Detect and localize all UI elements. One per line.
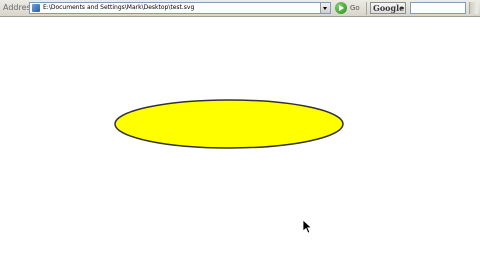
- address-bar[interactable]: E:\Documents and Settings\Mark\Desktop\t…: [29, 2, 331, 14]
- browser-toolbar: Address E:\Documents and Settings\Mark\D…: [0, 0, 480, 17]
- toolbar-separator: [366, 2, 367, 15]
- search-engine-selector[interactable]: Google: [370, 2, 406, 14]
- yellow-ellipse: [114, 99, 344, 149]
- svg-canvas: [114, 99, 344, 149]
- go-button[interactable]: Go: [335, 2, 363, 15]
- go-label: Go: [350, 4, 360, 12]
- search-input[interactable]: [410, 2, 466, 14]
- address-url[interactable]: E:\Documents and Settings\Mark\Desktop\t…: [43, 3, 194, 13]
- document-icon: [32, 4, 40, 12]
- go-arrow-icon: [335, 2, 347, 14]
- chevron-down-icon: [400, 7, 404, 10]
- address-dropdown-button[interactable]: [320, 3, 330, 13]
- mouse-pointer-icon: [303, 220, 313, 234]
- page-viewport: [0, 17, 480, 270]
- toolbar-grip[interactable]: [469, 2, 478, 14]
